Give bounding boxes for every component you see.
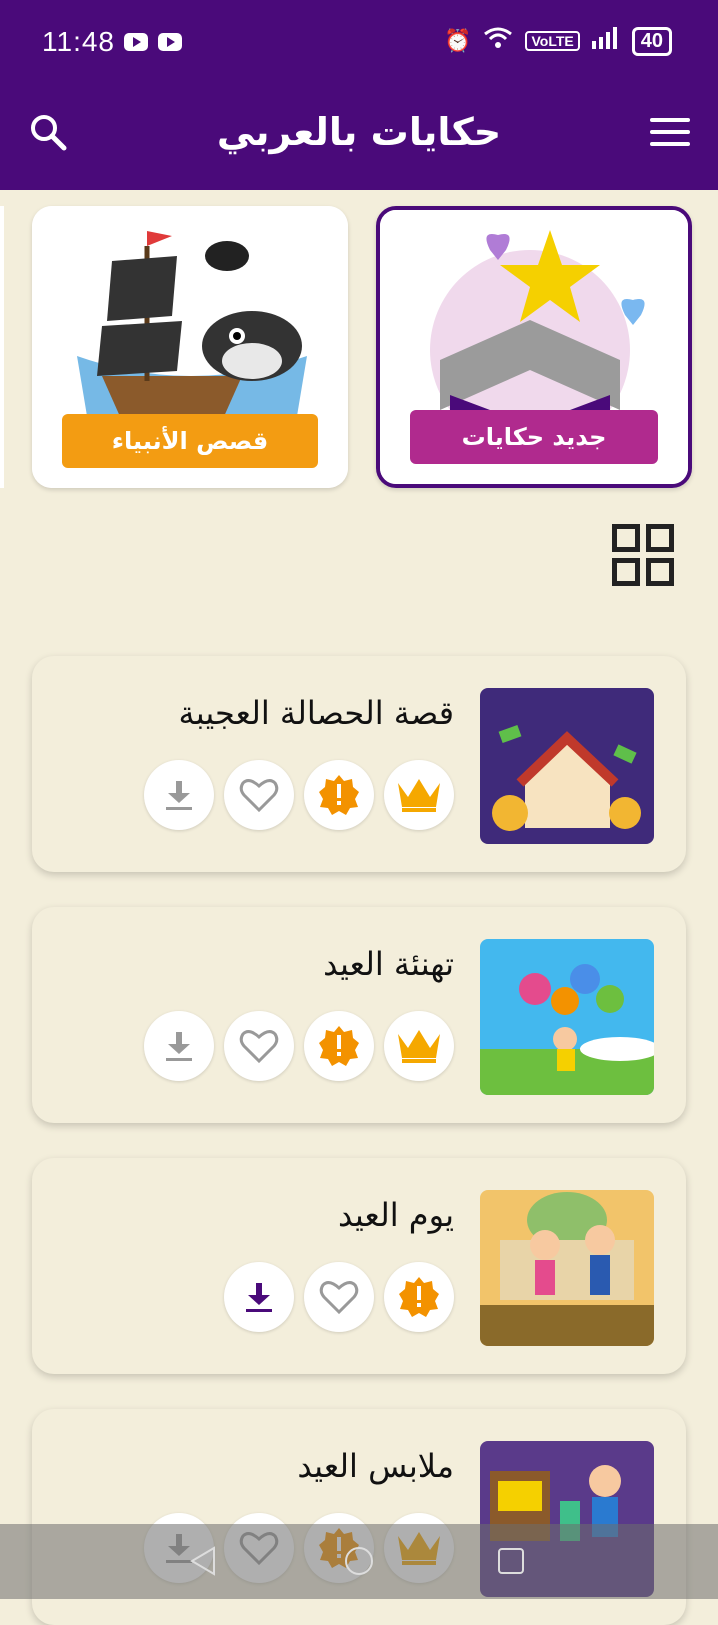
download-icon bbox=[166, 1032, 192, 1061]
signal-icon bbox=[591, 27, 620, 55]
download-button[interactable] bbox=[144, 760, 214, 830]
story-title: ملابس العيد bbox=[297, 1447, 454, 1485]
badge-alert-icon bbox=[319, 775, 359, 815]
info-button[interactable] bbox=[304, 1011, 374, 1081]
heart-outline-icon bbox=[239, 1030, 279, 1064]
youtube-notification-icon bbox=[124, 33, 148, 51]
badge-alert-icon bbox=[319, 1026, 359, 1066]
category-caption: قصص الأنبياء bbox=[62, 414, 318, 468]
app-bar: حكايات بالعربي bbox=[0, 90, 718, 190]
system-nav-bar bbox=[0, 1524, 718, 1599]
back-triangle-icon bbox=[190, 1546, 215, 1576]
download-icon bbox=[166, 781, 192, 810]
favorite-button[interactable] bbox=[224, 1011, 294, 1081]
home-button[interactable] bbox=[344, 1546, 374, 1576]
youtube-notification-icon bbox=[158, 33, 182, 51]
info-button[interactable] bbox=[384, 1262, 454, 1332]
download-button[interactable] bbox=[224, 1262, 294, 1332]
status-time: 11:48 bbox=[42, 26, 115, 57]
favorite-button[interactable] bbox=[224, 760, 294, 830]
story-title: قصة الحصالة العجيبة bbox=[178, 694, 454, 732]
info-button[interactable] bbox=[304, 760, 374, 830]
wifi-icon bbox=[483, 26, 513, 56]
list-item[interactable]: يوم العيد bbox=[32, 1158, 686, 1374]
category-caption: جديد حكايات bbox=[410, 410, 658, 464]
list-item[interactable]: تهنئة العيد bbox=[32, 907, 686, 1123]
heart-outline-icon bbox=[319, 1281, 359, 1315]
category-card-prophets[interactable]: قصص الأنبياء bbox=[32, 206, 348, 488]
download-button[interactable] bbox=[144, 1011, 214, 1081]
carousel-peek-item[interactable] bbox=[0, 206, 4, 488]
favorite-button[interactable] bbox=[304, 1262, 374, 1332]
crown-icon bbox=[398, 779, 440, 812]
grid-view-toggle[interactable] bbox=[612, 524, 676, 588]
premium-button[interactable] bbox=[384, 760, 454, 830]
alarm-icon: ⏰ bbox=[444, 28, 472, 54]
crown-icon bbox=[398, 1030, 440, 1063]
battery-indicator: 40 bbox=[631, 26, 672, 56]
category-carousel[interactable]: قصص الأنبياء جديد حكايات bbox=[0, 190, 718, 510]
recents-button[interactable] bbox=[496, 1546, 526, 1576]
premium-button[interactable] bbox=[384, 1011, 454, 1081]
status-bar: 11:48 ⏰ VoLTE 40 bbox=[0, 0, 718, 90]
menu-button[interactable] bbox=[650, 118, 690, 150]
story-thumbnail bbox=[480, 1190, 654, 1346]
heart-outline-icon bbox=[239, 779, 279, 813]
story-thumbnail bbox=[480, 688, 654, 844]
story-title: يوم العيد bbox=[338, 1196, 454, 1234]
story-title: تهنئة العيد bbox=[323, 945, 454, 983]
volte-badge: VoLTE bbox=[525, 31, 580, 51]
recents-square-icon bbox=[498, 1548, 524, 1574]
badge-alert-icon bbox=[399, 1277, 439, 1317]
page-title: حكايات بالعربي bbox=[216, 110, 502, 154]
download-icon bbox=[246, 1283, 272, 1312]
home-circle-icon bbox=[345, 1547, 373, 1575]
back-button[interactable] bbox=[188, 1546, 218, 1576]
list-item[interactable]: قصة الحصالة العجيبة bbox=[32, 656, 686, 872]
story-thumbnail bbox=[480, 939, 654, 1095]
category-card-new-stories[interactable]: جديد حكايات bbox=[376, 206, 692, 488]
